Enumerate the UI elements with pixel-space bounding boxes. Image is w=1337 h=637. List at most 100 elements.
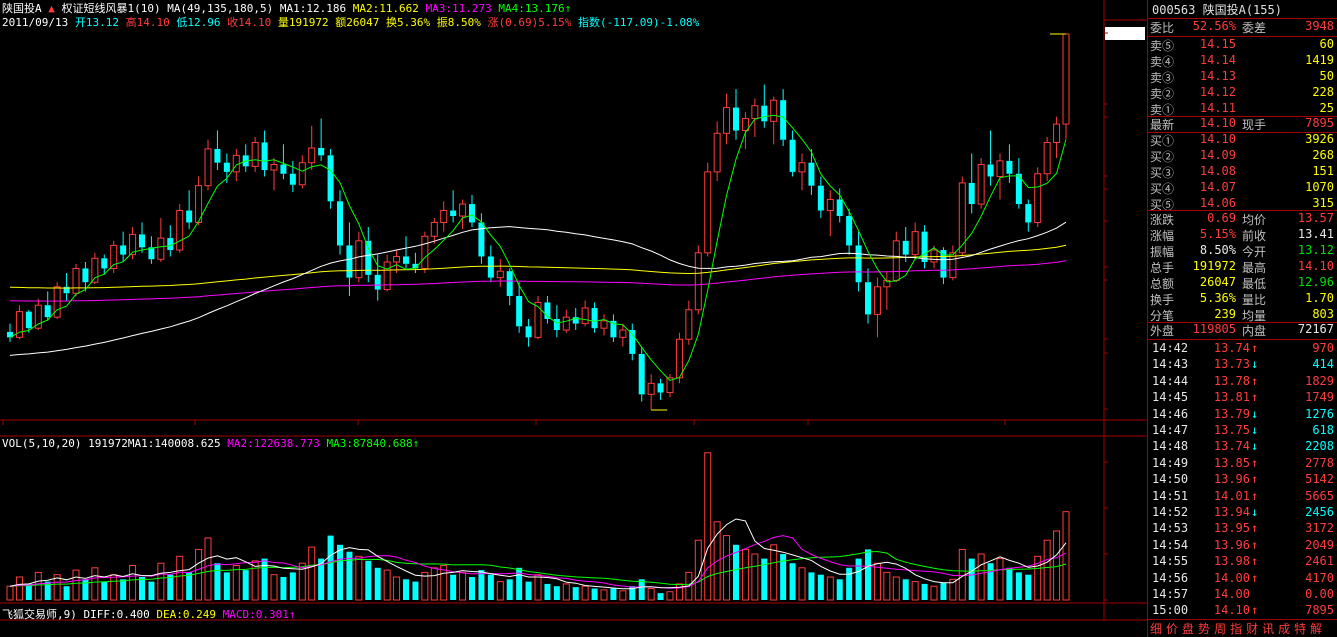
tick-volume: 970: [1312, 341, 1334, 355]
latest-label: 最新: [1150, 118, 1175, 132]
stat-value: 13.12: [1297, 243, 1334, 257]
volume-bar-down: [836, 579, 843, 600]
candle-body-up: [873, 286, 881, 315]
volume-bar-up: [996, 558, 1004, 601]
panel-tab[interactable]: 讯: [1262, 622, 1277, 636]
volume-bar-up: [176, 555, 184, 601]
xianshou-value: 7895: [1305, 116, 1334, 130]
tick-price: 13.74: [1213, 439, 1250, 454]
candle-body-up: [581, 307, 589, 325]
stat-label: 涨幅: [1150, 229, 1175, 243]
tick-row: 14:49 13.85 ↑ 2778: [1148, 456, 1337, 473]
stat-label: 总手: [1150, 261, 1175, 275]
macd-up-arrow-icon: ↑: [288, 608, 296, 621]
tick-direction-icon: ↑: [1251, 390, 1259, 405]
sell-row: 卖③ 14.13 50: [1148, 69, 1337, 86]
candle-body-up: [298, 162, 306, 186]
stat-label: 总额: [1150, 277, 1175, 291]
sell-volume: 1419: [1305, 53, 1334, 67]
weicha-value: 3948: [1305, 19, 1334, 33]
volume-bar-down: [544, 583, 551, 600]
stat-label: 最低: [1242, 277, 1267, 291]
macd-legend: 飞狐交易师,9) DIFF:0.400 DEA:0.249 MACD:0.301…: [2, 606, 296, 621]
stat-label: 今开: [1242, 245, 1267, 259]
volume-bar-down: [968, 558, 975, 600]
sell-volume: 228: [1312, 85, 1334, 99]
macd-dea: DEA:0.249: [156, 608, 216, 621]
candle-body-down: [525, 326, 532, 338]
candle-body-up: [204, 148, 212, 187]
sell-price: 14.12: [1199, 85, 1236, 99]
buy-price: 14.10: [1199, 132, 1236, 146]
stats-row: 振幅 8.50% 今开 13.12: [1148, 243, 1337, 260]
kline-chart[interactable]: [0, 0, 1147, 637]
tick-price: 14.10: [1213, 603, 1250, 618]
tick-price: 13.78: [1213, 373, 1250, 388]
tick-volume: 5665: [1305, 488, 1334, 503]
panel-tab[interactable]: 价: [1166, 622, 1181, 636]
tick-row: 14:46 13.79 ↓ 1276: [1148, 407, 1337, 424]
tick-row: 14:47 13.75 ↓ 618: [1148, 423, 1337, 440]
volume-legend: VOL(5,10,20) 191972MA1:140008.625 MA2:12…: [2, 437, 419, 451]
panel-header: 000563 陕国投A(155): [1152, 1, 1282, 18]
volume-bar-up: [619, 590, 627, 601]
tick-volume: 1829: [1305, 373, 1334, 388]
candle-body-up: [459, 203, 467, 217]
panel-tab[interactable]: 指: [1230, 622, 1245, 636]
panel-tab[interactable]: 盘: [1182, 622, 1197, 636]
volume-bar-up: [1053, 530, 1061, 601]
candle-body-down: [469, 204, 475, 223]
volume-bar-down: [1006, 567, 1013, 600]
volume-bar-up: [675, 583, 683, 601]
chart-annotations: [651, 33, 1066, 411]
tick-direction-icon: ↑: [1251, 570, 1259, 585]
stat-value: 12.96: [1297, 275, 1334, 289]
candle-body-up: [996, 160, 1004, 177]
sell-label: 卖④: [1150, 55, 1175, 69]
tick-time: 14:49: [1152, 455, 1189, 470]
panel-stock-name: 陕国投A(155): [1202, 3, 1282, 17]
panel-tab[interactable]: 细: [1150, 622, 1165, 636]
buy-price: 14.06: [1199, 196, 1236, 210]
panel-tab[interactable]: 势: [1198, 622, 1213, 636]
tick-row: 14:54 13.96 ↑ 2049: [1148, 538, 1337, 555]
tick-time: 15:00: [1152, 603, 1189, 618]
tick-price: 13.81: [1213, 390, 1250, 405]
candle-body-up: [930, 249, 938, 263]
tick-time: 14:43: [1152, 357, 1189, 372]
panel-tab[interactable]: 财: [1246, 622, 1261, 636]
tick-row: 14:44 13.78 ↑ 1829: [1148, 374, 1337, 391]
volume-bar-down: [337, 544, 343, 600]
buy-row: 买② 14.09 268: [1148, 148, 1337, 165]
candle-body-down: [865, 282, 871, 315]
panel-tab[interactable]: 周: [1214, 622, 1229, 636]
volume-bar-up: [232, 565, 240, 601]
panel-tab[interactable]: 解: [1310, 622, 1325, 636]
candle-body-up: [694, 252, 702, 311]
volume-bar-down: [1025, 574, 1032, 600]
panel-tab[interactable]: 特: [1294, 622, 1309, 636]
tick-volume: 0.00: [1305, 587, 1334, 601]
vol-ma2: MA2:122638.773: [227, 437, 320, 450]
candle-body-up: [176, 210, 184, 251]
macd-name[interactable]: 飞狐交易师,9): [2, 608, 77, 621]
volume-axis: [1104, 461, 1108, 601]
candle-body-up: [619, 329, 627, 338]
panel-tabs: 细价盘势周指财讯成特解: [1150, 620, 1326, 637]
candle-body-up: [496, 270, 504, 279]
xianshou-label: 现手: [1242, 118, 1267, 132]
candle-body-down: [289, 173, 296, 185]
waipan-row: 外盘 119805 内盘 72167: [1148, 322, 1337, 339]
volume-bar-up: [393, 576, 401, 601]
candle-body-down: [553, 318, 560, 331]
candle-body-down: [327, 155, 334, 202]
vol-name: VOL(5,10,20): [2, 437, 82, 450]
panel-tab[interactable]: 成: [1278, 622, 1293, 636]
candle-body-down: [318, 147, 325, 156]
candle-body-up: [704, 171, 712, 254]
volume-bar-down: [610, 588, 617, 600]
stat-label: 振幅: [1150, 245, 1175, 259]
sell-label: 卖③: [1150, 71, 1175, 85]
volume-bar-down: [365, 560, 372, 600]
candle-body-up: [798, 162, 806, 173]
